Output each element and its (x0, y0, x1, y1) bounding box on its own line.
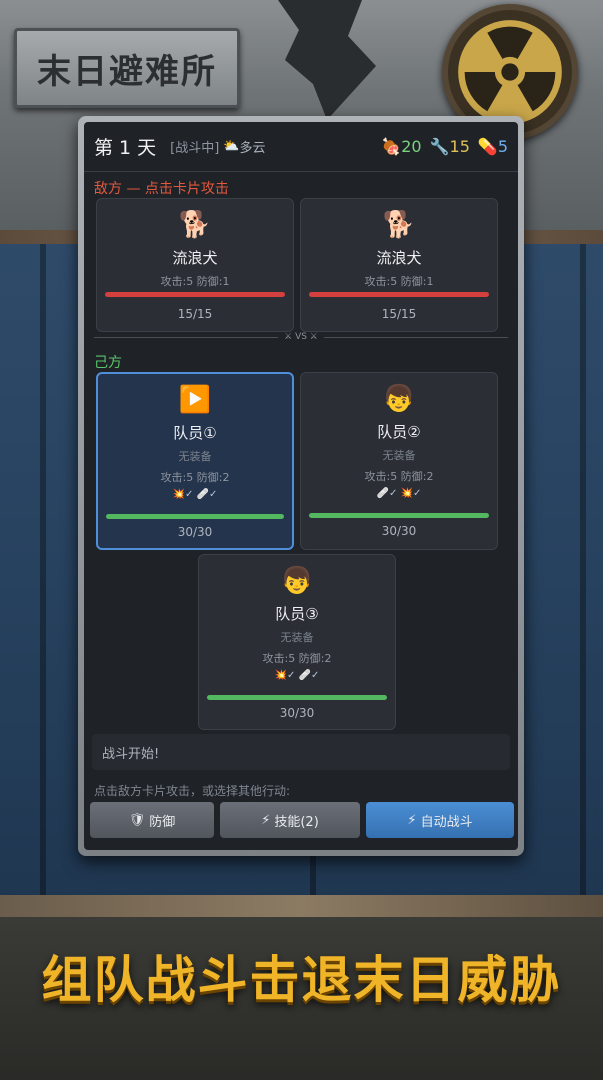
lightning-icon: ⚡ (407, 812, 417, 828)
ally-stats: 攻击:5 防御:2 (262, 652, 332, 665)
parts-count: 15 (449, 137, 470, 156)
game-logo-text: 末日避难所 (37, 51, 217, 92)
ally-hp-text: 30/30 (279, 706, 315, 720)
game-logo: 末日避难所 (14, 28, 240, 108)
weather-label: 多云 (239, 141, 266, 156)
play-icon: ▶️ (178, 385, 212, 415)
ally-stats: 攻击:5 防御:2 (364, 470, 434, 483)
shield-icon: 🛡 (128, 812, 146, 828)
auto-battle-button[interactable]: ⚡ 自动战斗 (366, 802, 514, 838)
enemy-hp-text: 15/15 (381, 307, 417, 321)
vs-label: ⚔ VS ⚔ (284, 332, 318, 342)
defend-button[interactable]: 🛡 防御 (90, 802, 214, 838)
enemy-hp-bar (309, 292, 489, 297)
enemy-card-1[interactable]: 🐕 流浪犬 攻击:5 防御:1 15/15 (96, 198, 294, 332)
enemy-hp-bar (105, 292, 285, 297)
pill-icon: 💊 (477, 137, 498, 156)
medicine-count: 5 (497, 137, 508, 156)
enemy-card-2[interactable]: 🐕 流浪犬 攻击:5 防御:1 15/15 (300, 198, 498, 332)
wrench-icon: 🔧 (429, 137, 450, 156)
ally-buffs: 💥✓ 🩹✓ (172, 489, 218, 500)
battle-status: [战斗中] (170, 141, 220, 156)
ally-name: 队员③ (275, 605, 319, 623)
ally-buffs: 🩹✓ 💥✓ (376, 488, 422, 499)
ally-equipment: 无装备 (382, 449, 416, 462)
weather-icon: ⛅ (223, 139, 240, 154)
dog-icon: 🐕 (178, 210, 212, 240)
ally-equipment: 无装备 (280, 631, 314, 644)
action-hint: 点击敌方卡片攻击，或选择其他行动: (94, 784, 291, 798)
ally-equipment: 无装备 (178, 450, 212, 463)
enemy-hp-text: 15/15 (177, 307, 213, 321)
ally-card-2[interactable]: 👦 队员② 无装备 攻击:5 防御:2 🩹✓ 💥✓ 30/30 (300, 372, 498, 550)
enemy-name: 流浪犬 (172, 249, 218, 267)
parts-resource: 🔧15 (430, 137, 470, 156)
ally-stats: 攻击:5 防御:2 (160, 471, 230, 484)
ally-name: 队员② (377, 423, 421, 441)
enemy-name: 流浪犬 (376, 249, 422, 267)
game-panel: 第 1 天 [战斗中] ⛅ 多云 🍖20 🔧15 💊5 敌方 — 点击卡片攻击 … (84, 122, 518, 850)
promo-slogan: 组队战斗击退末日威胁 (41, 951, 562, 1009)
ally-hp-bar (309, 513, 489, 518)
dog-icon: 🐕 (382, 210, 416, 240)
rust-beam-bottom (0, 895, 603, 917)
enemy-stats: 攻击:5 防御:1 (160, 275, 230, 288)
meat-icon: 🍖 (381, 137, 402, 156)
enemy-stats: 攻击:5 防御:1 (364, 275, 434, 288)
ally-hp-bar (207, 695, 387, 700)
ally-hp-text: 30/30 (177, 525, 213, 539)
boy-avatar-icon: 👦 (280, 566, 314, 596)
auto-battle-label: 自动战斗 (420, 814, 473, 830)
skill-button[interactable]: ⚡ 技能(2) (220, 802, 360, 838)
day-counter: 第 1 天 (94, 137, 157, 159)
defend-label: 防御 (149, 814, 176, 830)
ally-hp-text: 30/30 (381, 524, 417, 538)
ally-hp-bar (106, 514, 284, 519)
food-resource: 🍖20 (381, 137, 421, 156)
battle-log: 战斗开始! (92, 734, 510, 770)
game-panel-frame: 第 1 天 [战斗中] ⛅ 多云 🍖20 🔧15 💊5 敌方 — 点击卡片攻击 … (78, 116, 524, 856)
vs-divider: ⚔ VS ⚔ (94, 330, 509, 344)
medicine-resource: 💊5 (478, 137, 508, 156)
ally-card-3[interactable]: 👦 队员③ 无装备 攻击:5 防御:2 💥✓ 🩹✓ 30/30 (198, 554, 396, 730)
ally-buffs: 💥✓ 🩹✓ (274, 670, 320, 681)
resource-counters: 🍖20 🔧15 💊5 (381, 137, 508, 156)
ally-card-1[interactable]: ▶️ 队员① 无装备 攻击:5 防御:2 💥✓ 🩹✓ 30/30 (96, 372, 294, 550)
hud-bar: 第 1 天 [战斗中] ⛅ 多云 🍖20 🔧15 💊5 (84, 122, 518, 172)
food-count: 20 (401, 137, 422, 156)
ally-name: 队员① (173, 424, 217, 442)
skill-label: 技能(2) (274, 814, 319, 830)
lightning-icon: ⚡ (261, 812, 271, 828)
boy-avatar-icon: 👦 (382, 384, 416, 414)
